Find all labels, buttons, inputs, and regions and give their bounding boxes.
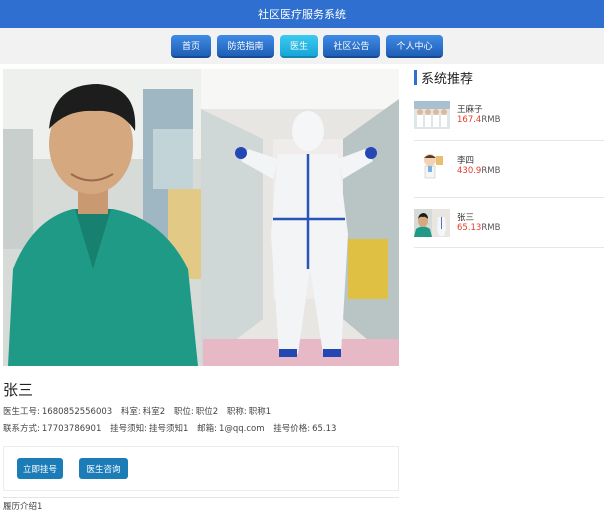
recommend-price: 167.4RMB	[457, 115, 501, 125]
recommend-item-2[interactable]: 李四 430.9RMB	[414, 152, 604, 192]
email-label: 邮箱:	[197, 424, 217, 434]
team-photo-thumbnail	[414, 101, 450, 129]
main-nav: 首页 防范指南 医生 社区公告 个人中心	[0, 28, 604, 64]
email-value: 1@qq.com	[218, 424, 265, 434]
register-now-button[interactable]: 立即挂号	[17, 458, 63, 479]
doctor-photo	[3, 69, 399, 366]
staff-id-label: 医生工号:	[3, 407, 40, 417]
staff-id-value: 1680852556003	[41, 407, 113, 417]
contact-value: 17703786901	[41, 424, 102, 434]
divider	[414, 140, 604, 141]
recommend-price: 65.13RMB	[457, 223, 501, 233]
recommend-item-3[interactable]: 张三 65.13RMB	[414, 209, 604, 249]
recommend-title: 系统推荐	[421, 72, 474, 87]
recommend-name: 李四	[457, 156, 475, 166]
section-accent-bar	[414, 70, 417, 85]
nav-announcements[interactable]: 社区公告	[323, 35, 380, 58]
department-value: 科室2	[142, 407, 166, 417]
action-panel: 立即挂号 医生咨询	[3, 446, 399, 491]
registration-price-label: 挂号价格:	[273, 424, 311, 434]
registration-price-value: 65.13	[312, 424, 337, 434]
divider	[414, 247, 604, 248]
nav-prevention-guide[interactable]: 防范指南	[217, 35, 274, 58]
resume-text: 履历介绍1	[3, 502, 43, 511]
title-label: 职称:	[226, 407, 247, 417]
cartoon-doctor-thumbnail	[414, 152, 450, 180]
doctor-photo-thumbnail	[414, 209, 450, 237]
position-label: 职位:	[173, 407, 194, 417]
position-value: 职位2	[195, 407, 219, 417]
nav-home[interactable]: 首页	[171, 35, 211, 58]
site-title: 社区医疗服务系统	[258, 8, 346, 21]
contact-label: 联系方式:	[3, 424, 40, 434]
title-value: 职称1	[248, 407, 272, 417]
registration-notice-value: 挂号须知1	[148, 424, 189, 434]
consult-doctor-button[interactable]: 医生咨询	[79, 458, 128, 479]
department-label: 科室:	[120, 407, 141, 417]
doctor-info-row-1: 医生工号: 1680852556003 科室: 科室2 职位: 职位2 职称: 职称1	[3, 405, 277, 417]
recommend-item-1[interactable]: 王麻子 167.4RMB	[414, 101, 604, 141]
divider	[3, 497, 399, 498]
nav-personal-center[interactable]: 个人中心	[386, 35, 443, 58]
doctor-info-row-2: 联系方式: 17703786901 挂号须知: 挂号须知1 邮箱: 1@qq.com …	[3, 422, 342, 434]
recommend-name: 张三	[457, 213, 475, 223]
nav-doctor[interactable]: 医生	[280, 35, 318, 58]
site-header: 社区医疗服务系统	[0, 0, 604, 28]
registration-notice-label: 挂号须知:	[110, 424, 147, 434]
doctor-name: 张三	[3, 381, 34, 399]
divider	[414, 197, 604, 198]
recommend-name: 王麻子	[457, 105, 483, 115]
recommend-price: 430.9RMB	[457, 166, 501, 176]
